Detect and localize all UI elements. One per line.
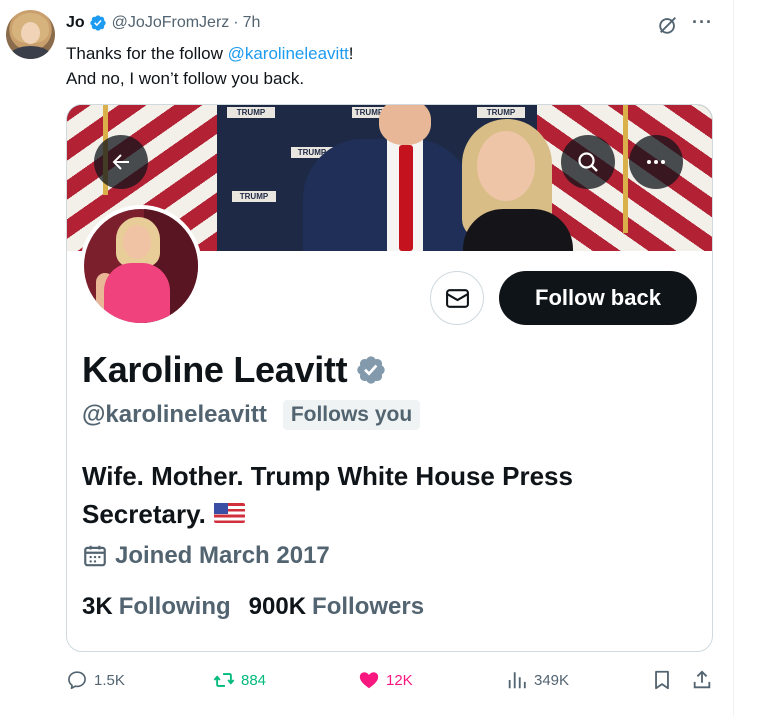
more-icon (647, 160, 665, 164)
profile-card[interactable]: TRUMP TRUMP TRUMP TRUMP TRUMP Follow bac… (66, 104, 713, 652)
follows-you-badge: Follows you (282, 400, 421, 430)
follow-back-button[interactable]: Follow back (499, 271, 697, 325)
banner-sign: TRUMP (227, 107, 275, 118)
more-options-button[interactable] (629, 135, 683, 189)
tweet-header: Jo @JoJoFromJerz · 7h (66, 13, 260, 33)
tweet-text: Thanks for the follow @karolineleavitt! … (66, 41, 706, 91)
tweet-actions: 1.5K 884 12K 349K (66, 669, 716, 693)
follow-stats: 3K Following 900K Followers (82, 593, 424, 621)
author-name[interactable]: Jo (66, 14, 85, 32)
tweet-text-line2: And no, I won’t follow you back. (66, 69, 305, 88)
bio-text: Wife. Mother. Trump White House Press Se… (82, 461, 573, 529)
like-count: 12K (386, 671, 413, 689)
views-button[interactable]: 349K (506, 669, 569, 691)
verified-badge-icon (357, 356, 385, 384)
bookmark-icon[interactable] (651, 669, 673, 691)
heart-icon (359, 672, 379, 689)
repost-button[interactable]: 884 (213, 669, 266, 691)
tweet-text-punct: ! (348, 44, 354, 63)
repost-count: 884 (241, 671, 267, 689)
like-button[interactable]: 12K (358, 669, 413, 691)
mention-link[interactable]: @karolineleavitt (228, 44, 349, 63)
followers-count[interactable]: 900K (249, 593, 306, 621)
us-flag-icon (213, 503, 245, 524)
profile-avatar[interactable] (80, 205, 202, 327)
back-arrow-icon (112, 154, 129, 170)
views-count: 349K (534, 671, 570, 689)
joined-date-row: Joined March 2017 (82, 542, 330, 570)
page-margin (734, 0, 771, 717)
reply-count: 1.5K (94, 671, 125, 689)
joined-date: Joined March 2017 (115, 542, 330, 569)
verified-badge-icon (89, 15, 106, 31)
share-icon[interactable] (691, 669, 713, 691)
back-button[interactable] (94, 135, 148, 189)
search-icon (578, 152, 598, 172)
calendar-icon (84, 545, 106, 567)
reply-button[interactable]: 1.5K (66, 669, 125, 691)
message-button[interactable] (430, 271, 484, 325)
author-avatar[interactable] (6, 10, 55, 59)
profile-handle: @karolineleavitt (82, 401, 267, 428)
separator-dot: · (233, 14, 239, 31)
banner-sign: TRUMP (477, 107, 525, 118)
profile-name: Karoline Leavitt (82, 349, 348, 390)
tweet-container[interactable]: Jo @JoJoFromJerz · 7h ··· Thanks for the… (0, 0, 734, 717)
following-count[interactable]: 3K (82, 593, 113, 621)
more-icon[interactable]: ··· (692, 13, 712, 33)
profile-bio: Wife. Mother. Trump White House Press Se… (82, 457, 682, 533)
banner-sign: TRUMP (232, 191, 276, 202)
followers-label[interactable]: Followers (312, 593, 424, 621)
profile-handle-row: @karolineleavitt Follows you (82, 400, 421, 430)
views-icon (508, 672, 526, 689)
profile-name-row: Karoline Leavitt (82, 349, 387, 391)
reply-icon (68, 671, 86, 690)
tweet-text-line1: Thanks for the follow (66, 44, 228, 63)
tweet-time[interactable]: 7h (243, 14, 261, 32)
following-label[interactable]: Following (119, 593, 231, 621)
grok-icon[interactable] (657, 14, 679, 36)
search-button[interactable] (561, 135, 615, 189)
repost-icon (213, 673, 235, 687)
envelope-icon (446, 289, 469, 308)
author-handle[interactable]: @JoJoFromJerz (112, 14, 230, 32)
